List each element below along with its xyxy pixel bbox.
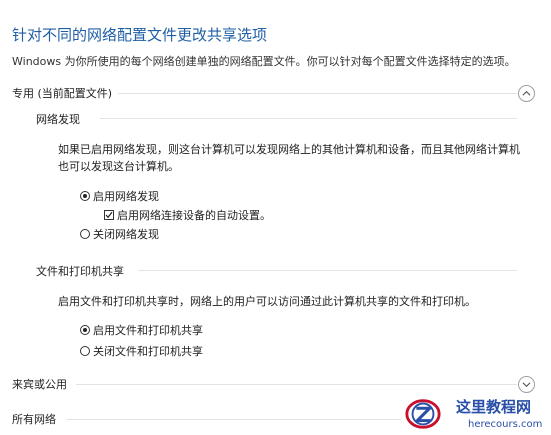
expand-guest-public-button[interactable] <box>518 376 535 393</box>
radio-label: 启用网络发现 <box>93 190 159 203</box>
radio-button[interactable] <box>80 229 90 239</box>
radio-disable-network-discovery[interactable]: 关闭网络发现 <box>80 226 159 242</box>
page-subtitle: Windows 为你所使用的每个网络创建单独的网络配置文件。你可以针对每个配置文… <box>12 55 516 68</box>
radio-label: 关闭网络发现 <box>93 228 159 241</box>
radio-button[interactable] <box>80 325 90 335</box>
watermark: 这里教程网 herecours.com <box>402 392 551 435</box>
section-divider <box>66 419 401 420</box>
subsection-header-network-discovery: 网络发现 <box>36 113 80 126</box>
subsection-divider <box>138 270 517 271</box>
watermark-title: 这里教程网 <box>456 398 532 416</box>
radio-label: 启用文件和打印机共享 <box>93 324 203 337</box>
section-header-all-networks[interactable]: 所有网络 <box>12 411 56 427</box>
file-printer-sharing-description: 启用文件和打印机共享时，网络上的用户可以访问通过此计算机共享的文件和打印机。 <box>58 295 476 308</box>
section-label-all-networks: 所有网络 <box>12 413 56 426</box>
subsection-divider <box>100 118 517 119</box>
radio-label: 关闭文件和打印机共享 <box>93 345 203 358</box>
section-divider <box>76 384 517 385</box>
checkbox[interactable] <box>104 210 114 220</box>
page-title: 针对不同的网络配置文件更改共享选项 <box>12 26 268 44</box>
collapse-private-button[interactable] <box>518 85 535 102</box>
checkmark-icon <box>105 211 113 219</box>
chevron-up-icon <box>522 90 531 96</box>
radio-button[interactable] <box>80 346 90 356</box>
section-label-guest-public: 来宾或公用 <box>12 378 67 391</box>
watermark-url: herecours.com <box>468 419 543 430</box>
network-discovery-description: 如果已启用网络发现，则这台计算机可以发现网络上的其他计算机和设备，而且其他网络计… <box>58 143 520 173</box>
radio-enable-file-printer-sharing[interactable]: 启用文件和打印机共享 <box>80 322 203 338</box>
checkbox-label: 启用网络连接设备的自动设置。 <box>117 209 271 222</box>
section-label-private: 专用 (当前配置文件) <box>12 87 113 100</box>
radio-button[interactable] <box>80 191 90 201</box>
radio-enable-network-discovery[interactable]: 启用网络发现 <box>80 188 159 204</box>
checkbox-auto-setup[interactable]: 启用网络连接设备的自动设置。 <box>104 207 271 223</box>
section-header-guest-public[interactable]: 来宾或公用 <box>12 376 67 392</box>
chevron-down-icon <box>522 382 531 388</box>
watermark-logo-icon <box>405 399 441 429</box>
subsection-header-file-printer-sharing: 文件和打印机共享 <box>36 265 124 278</box>
section-header-private[interactable]: 专用 (当前配置文件) <box>12 85 112 101</box>
radio-disable-file-printer-sharing[interactable]: 关闭文件和打印机共享 <box>80 343 203 359</box>
section-divider <box>118 93 517 94</box>
